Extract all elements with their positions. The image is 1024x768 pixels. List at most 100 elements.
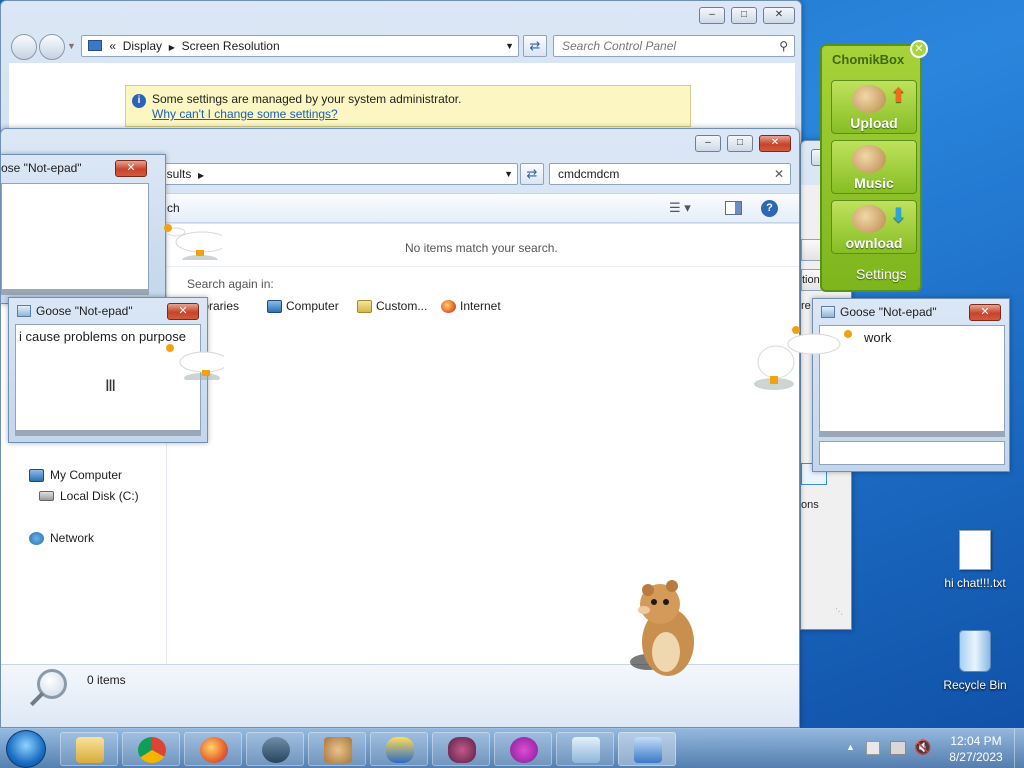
close-button[interactable]: ✕ xyxy=(115,160,147,177)
chomikbox-title: ChomikBox xyxy=(832,52,905,67)
search-control-panel-input[interactable]: Search Control Panel ⚲ xyxy=(553,35,795,57)
close-button[interactable]: ✕ xyxy=(763,7,795,24)
nav-network[interactable]: Network xyxy=(29,531,94,545)
goose-notepad-title: Goose "Not-epad" xyxy=(36,304,133,318)
item-count: 0 items xyxy=(87,673,126,687)
info-banner: i Some settings are managed by your syst… xyxy=(125,85,691,127)
refresh-button[interactable]: ⇄ xyxy=(523,35,547,57)
breadcrumb-screen-resolution[interactable]: Screen Resolution xyxy=(182,39,280,53)
taskbar-notepad[interactable] xyxy=(556,732,614,766)
toolbar-partial-label[interactable]: ch xyxy=(167,201,180,215)
search-input[interactable]: cmdcmdcm ✕ xyxy=(549,163,791,185)
help-icon[interactable]: ? xyxy=(761,200,778,217)
parrot-icon xyxy=(386,737,414,763)
ufo-icon xyxy=(262,737,290,763)
minimize-button[interactable]: – xyxy=(695,135,721,152)
notepad-icon xyxy=(821,306,835,318)
taskbar-chrome[interactable] xyxy=(122,732,180,766)
volume-muted-icon[interactable]: 🔇 xyxy=(914,739,931,756)
search-location-computer[interactable]: Computer xyxy=(267,299,339,313)
taskbar: ▲ 🔇 12:04 PM 8/27/2023 xyxy=(0,728,1024,768)
taskbar-app-6[interactable] xyxy=(370,732,428,766)
folder-icon xyxy=(76,737,104,763)
firefox-icon xyxy=(200,737,228,763)
minimize-button[interactable]: – xyxy=(699,7,725,24)
maximize-button[interactable]: □ xyxy=(731,7,757,24)
address-dropdown-icon[interactable]: ▼ xyxy=(505,36,514,56)
taskbar-app-8[interactable] xyxy=(494,732,552,766)
hamster-download-icon xyxy=(852,205,886,233)
preview-pane-icon[interactable] xyxy=(725,201,742,215)
close-button[interactable]: ✕ xyxy=(759,135,791,152)
show-hidden-icons-button[interactable]: ▲ xyxy=(846,742,855,752)
clock-date: 8/27/2023 xyxy=(949,750,1003,764)
address-bar[interactable]: esults ▶ ▼ xyxy=(151,163,518,185)
chomik-settings-link[interactable]: Settings xyxy=(856,266,907,282)
search-again-label: Search again in: xyxy=(187,277,274,291)
desktop-icon-recycle-bin[interactable]: Recycle Bin xyxy=(940,630,1010,692)
chrome-icon xyxy=(138,737,166,763)
view-options-icon[interactable]: ☰ ▾ xyxy=(669,200,691,216)
search-location-internet[interactable]: Internet xyxy=(441,299,501,313)
chevron-right-icon: ▶ xyxy=(168,43,175,52)
network-tray-icon[interactable] xyxy=(890,741,906,755)
show-desktop-button[interactable] xyxy=(1014,729,1024,768)
notepad-icon xyxy=(17,305,31,317)
chomik-download-button[interactable]: ownload ⬇ xyxy=(831,200,917,254)
nav-my-computer[interactable]: My Computer xyxy=(29,468,122,482)
search-icon[interactable]: ⚲ xyxy=(779,36,788,56)
computer-icon xyxy=(267,299,282,313)
notepad-icon xyxy=(572,737,600,763)
chomikbox-close-button[interactable]: ✕ xyxy=(910,40,928,58)
clock-time: 12:04 PM xyxy=(950,734,1002,748)
control-panel-icon xyxy=(634,737,662,763)
drive-icon xyxy=(39,491,54,501)
action-center-icon[interactable] xyxy=(866,741,880,755)
hamster-icon xyxy=(324,737,352,763)
bag-icon xyxy=(448,737,476,763)
goose-sprite-3 xyxy=(754,326,852,390)
goose-notepad-text[interactable] xyxy=(1,183,149,291)
info-message: Some settings are managed by your system… xyxy=(152,92,462,106)
start-button[interactable] xyxy=(6,730,46,768)
address-dropdown-icon[interactable]: ▼ xyxy=(504,164,513,184)
info-help-link[interactable]: Why can't I change some settings? xyxy=(152,107,690,122)
taskbar-firefox[interactable] xyxy=(184,732,242,766)
no-items-message: No items match your search. xyxy=(405,241,558,255)
taskbar-app-4[interactable] xyxy=(246,732,304,766)
back-button[interactable] xyxy=(11,34,37,60)
goose-notepad-title: Goose "Not-epad" xyxy=(840,305,937,319)
goose-notepad-title: ose "Not-epad" xyxy=(1,161,82,175)
clock[interactable]: 12:04 PM 8/27/2023 xyxy=(944,733,1008,765)
recycle-bin-icon xyxy=(959,630,991,672)
search-location-custom[interactable]: Custom... xyxy=(357,299,427,313)
computer-icon xyxy=(29,468,44,482)
clear-search-icon[interactable]: ✕ xyxy=(774,164,784,184)
settings-resize-grip-icon[interactable]: ⋱ xyxy=(835,607,843,616)
text-file-icon xyxy=(959,530,991,570)
refresh-button[interactable]: ⇄ xyxy=(520,163,544,185)
chomik-music-button[interactable]: Music xyxy=(831,140,917,194)
network-icon xyxy=(29,531,44,545)
recent-pages-chevron-icon[interactable]: ▼ xyxy=(67,41,76,51)
taskbar-app-7[interactable] xyxy=(432,732,490,766)
close-button[interactable]: ✕ xyxy=(969,304,1001,321)
taskbar-chomikbox[interactable] xyxy=(308,732,366,766)
settings-partial-label-3[interactable]: ons xyxy=(801,499,819,511)
goose-sprite-1 xyxy=(164,224,222,260)
folder-search-icon xyxy=(357,299,372,313)
hamster-upload-icon xyxy=(852,85,886,113)
address-bar[interactable]: « Display ▶ Screen Resolution ▼ xyxy=(81,35,519,57)
forward-button[interactable] xyxy=(39,34,65,60)
chomikbox-widget: ChomikBox ✕ Upload ⬆ Music ownload ⬇ Set… xyxy=(820,40,928,292)
breadcrumb-display[interactable]: Display xyxy=(123,39,162,53)
taskbar-control-panel[interactable] xyxy=(618,732,676,766)
close-button[interactable]: ✕ xyxy=(167,303,199,320)
chomik-upload-button[interactable]: Upload ⬆ xyxy=(831,80,917,134)
desktop-icon-text-file[interactable]: hi chat!!!.txt xyxy=(940,530,1010,590)
maximize-button[interactable]: □ xyxy=(727,135,753,152)
taskbar-explorer[interactable] xyxy=(60,732,118,766)
chevron-right-icon: ▶ xyxy=(198,171,205,180)
text-cursor-icon: Ⅲ xyxy=(105,378,117,395)
nav-local-disk[interactable]: Local Disk (C:) xyxy=(39,489,139,503)
